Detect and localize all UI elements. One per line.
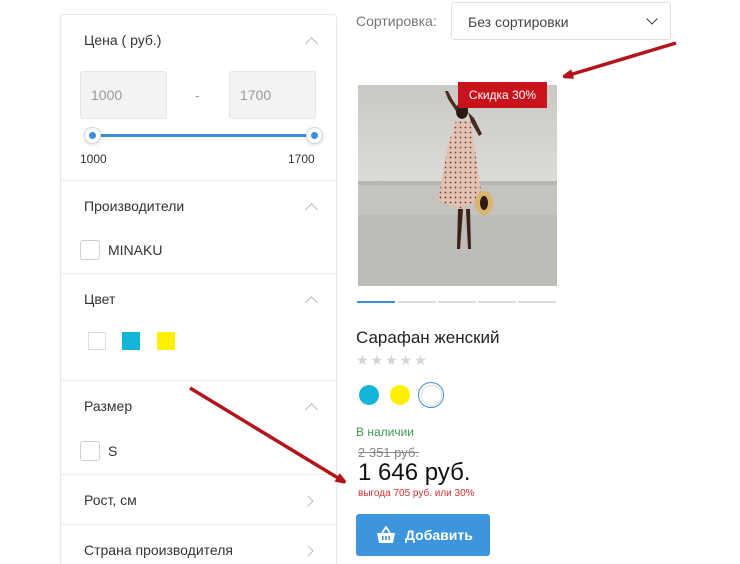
gallery-indicator[interactable] xyxy=(518,301,556,303)
add-to-cart-label: Добавить xyxy=(405,527,473,543)
chevron-up-icon[interactable] xyxy=(305,403,318,416)
size-checkbox-s[interactable] xyxy=(80,441,100,461)
manufacturer-option-label[interactable]: MINAKU xyxy=(108,242,162,258)
chevron-right-icon[interactable] xyxy=(302,545,314,557)
product-color-cyan[interactable] xyxy=(359,385,379,405)
price-min-input[interactable] xyxy=(80,71,167,119)
product-photo-illustration xyxy=(358,85,557,286)
price-range-max-label: 1700 xyxy=(288,152,315,166)
gallery-indicator[interactable] xyxy=(478,301,516,303)
product-color-white-selected[interactable] xyxy=(418,382,444,408)
price-filter-title[interactable]: Цена ( руб.) xyxy=(84,32,161,48)
price-range-max-handle[interactable] xyxy=(306,127,323,144)
product-image[interactable] xyxy=(358,85,557,286)
chevron-up-icon[interactable] xyxy=(305,37,318,50)
basket-icon xyxy=(377,526,395,543)
sort-label: Сортировка: xyxy=(356,13,437,29)
height-filter-section[interactable]: Рост, см xyxy=(61,475,336,525)
add-to-cart-button[interactable]: Добавить xyxy=(356,514,490,556)
product-color-yellow[interactable] xyxy=(390,385,410,405)
height-filter-title[interactable]: Рост, см xyxy=(84,492,137,508)
color-swatch-yellow[interactable] xyxy=(157,332,175,350)
color-filter-section: Цвет xyxy=(61,274,336,381)
manufacturer-filter-title[interactable]: Производители xyxy=(84,198,184,214)
manufacturer-checkbox-minaku[interactable] xyxy=(80,240,100,260)
color-swatch-white[interactable] xyxy=(88,332,106,350)
price-range-min-label: 1000 xyxy=(80,152,107,166)
sort-dropdown[interactable]: Без сортировки xyxy=(451,2,671,40)
chevron-right-icon[interactable] xyxy=(302,495,314,507)
gallery-indicator[interactable] xyxy=(438,301,476,303)
stock-status: В наличии xyxy=(356,425,415,439)
country-filter-title[interactable]: Страна производителя xyxy=(84,542,233,558)
old-price: 2 351 руб. xyxy=(358,445,419,460)
size-filter-section: Размер S xyxy=(61,381,336,475)
discount-badge: Скидка 30% xyxy=(458,82,547,108)
sort-selected-value: Без сортировки xyxy=(468,14,569,30)
chevron-up-icon[interactable] xyxy=(305,296,318,309)
gallery-indicator[interactable] xyxy=(398,301,436,303)
color-swatch-cyan[interactable] xyxy=(122,332,140,350)
price-max-input[interactable] xyxy=(229,71,316,119)
savings-text: выгода 705 руб. или 30% xyxy=(358,488,475,499)
gallery-indicator[interactable] xyxy=(357,301,395,303)
product-title[interactable]: Сарафан женский xyxy=(356,328,500,348)
manufacturer-filter-section: Производители MINAKU xyxy=(61,181,336,274)
price-range-min-handle[interactable] xyxy=(84,127,101,144)
filter-panel: Цена ( руб.) - 1000 1700 Производители M… xyxy=(60,14,337,564)
color-filter-title[interactable]: Цвет xyxy=(84,291,115,307)
price-range-track[interactable] xyxy=(93,134,315,137)
price-separator: - xyxy=(195,87,200,103)
rating-stars[interactable]: ★★★★★ xyxy=(356,352,429,369)
country-filter-section[interactable]: Страна производителя xyxy=(61,525,336,564)
chevron-down-icon xyxy=(646,13,658,25)
size-option-label[interactable]: S xyxy=(108,443,117,459)
price-filter-section: Цена ( руб.) - 1000 1700 xyxy=(61,15,336,181)
chevron-up-icon[interactable] xyxy=(305,203,318,216)
size-filter-title[interactable]: Размер xyxy=(84,398,132,414)
current-price: 1 646 руб. xyxy=(358,459,471,486)
annotation-arrow-badge xyxy=(566,41,677,76)
